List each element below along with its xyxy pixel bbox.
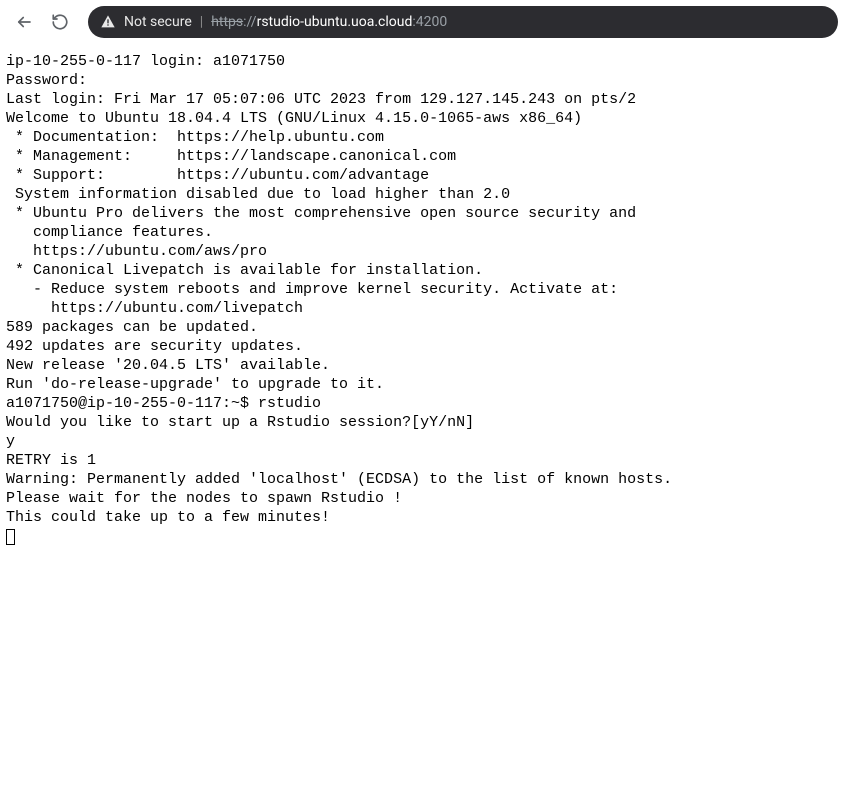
- terminal-line: * Ubuntu Pro delivers the most comprehen…: [6, 204, 840, 223]
- terminal-line: Warning: Permanently added 'localhost' (…: [6, 470, 840, 489]
- terminal-line: a1071750@ip-10-255-0-117:~$ rstudio: [6, 394, 840, 413]
- terminal-line: https://ubuntu.com/livepatch: [6, 299, 840, 318]
- terminal-line: Run 'do-release-upgrade' to upgrade to i…: [6, 375, 840, 394]
- terminal-line: * Support: https://ubuntu.com/advantage: [6, 166, 840, 185]
- terminal-line: compliance features.: [6, 223, 840, 242]
- terminal-line: ip-10-255-0-117 login: a1071750: [6, 52, 840, 71]
- back-button[interactable]: [8, 6, 40, 38]
- terminal-line: - Reduce system reboots and improve kern…: [6, 280, 840, 299]
- terminal-line: 589 packages can be updated.: [6, 318, 840, 337]
- url-text: https://rstudio-ubuntu.uoa.cloud:4200: [211, 14, 447, 30]
- terminal-line: y: [6, 432, 840, 451]
- terminal-line: Welcome to Ubuntu 18.04.4 LTS (GNU/Linux…: [6, 109, 840, 128]
- terminal-line: 492 updates are security updates.: [6, 337, 840, 356]
- terminal-line: System information disabled due to load …: [6, 185, 840, 204]
- terminal-line: * Canonical Livepatch is available for i…: [6, 261, 840, 280]
- terminal-line: Would you like to start up a Rstudio ses…: [6, 413, 840, 432]
- not-secure-label: Not secure: [124, 14, 192, 30]
- terminal-line: https://ubuntu.com/aws/pro: [6, 242, 840, 261]
- arrow-left-icon: [15, 13, 33, 31]
- separator: |: [200, 14, 203, 30]
- terminal-output[interactable]: ip-10-255-0-117 login: a1071750Password:…: [0, 44, 846, 546]
- terminal-line: This could take up to a few minutes!: [6, 508, 840, 527]
- terminal-line: RETRY is 1: [6, 451, 840, 470]
- terminal-line: * Documentation: https://help.ubuntu.com: [6, 128, 840, 147]
- browser-toolbar: Not secure | https://rstudio-ubuntu.uoa.…: [0, 0, 846, 44]
- refresh-button[interactable]: [44, 6, 76, 38]
- refresh-icon: [51, 13, 69, 31]
- terminal-line: Please wait for the nodes to spawn Rstud…: [6, 489, 840, 508]
- terminal-line: Password:: [6, 71, 840, 90]
- terminal-line: * Management: https://landscape.canonica…: [6, 147, 840, 166]
- terminal-line: New release '20.04.5 LTS' available.: [6, 356, 840, 375]
- terminal-cursor: [6, 529, 15, 545]
- terminal-line: Last login: Fri Mar 17 05:07:06 UTC 2023…: [6, 90, 840, 109]
- warning-icon: [100, 14, 116, 30]
- address-bar[interactable]: Not secure | https://rstudio-ubuntu.uoa.…: [88, 6, 838, 38]
